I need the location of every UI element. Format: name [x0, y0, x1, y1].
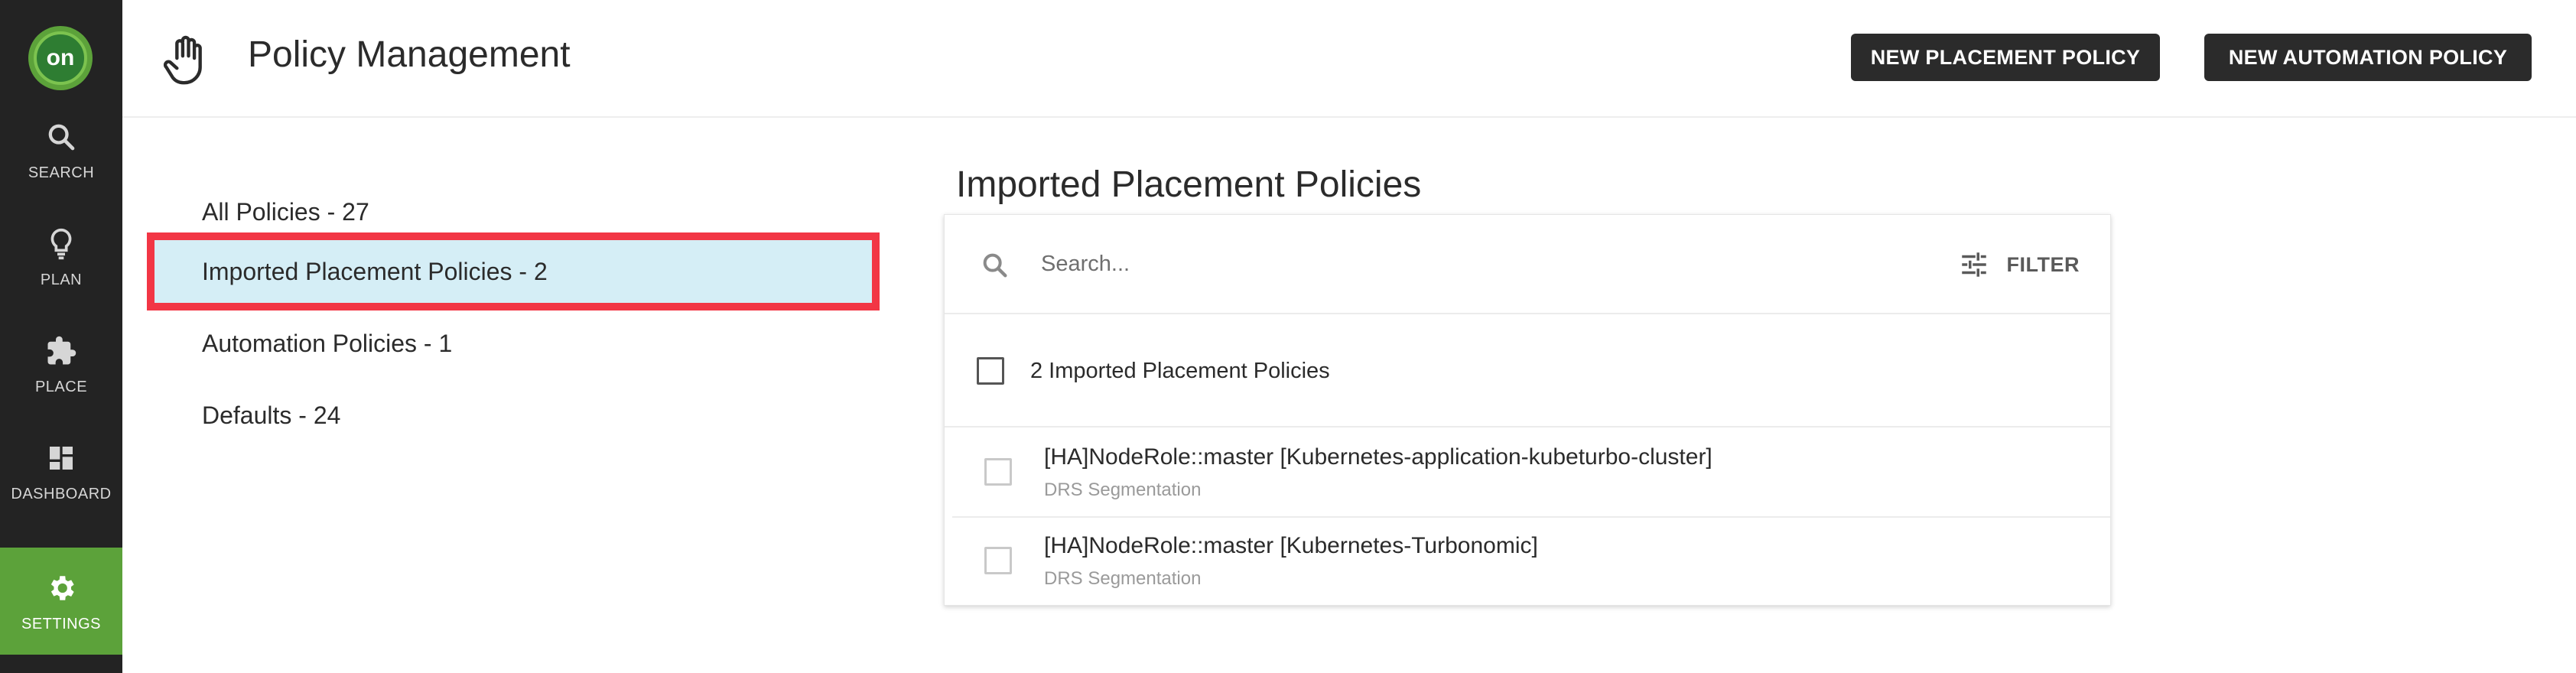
policy-category-imported-placement[interactable]: Imported Placement Policies - 2: [147, 232, 880, 310]
nav-place[interactable]: PLACE: [0, 310, 122, 418]
policy-category-defaults[interactable]: Defaults - 24: [150, 379, 877, 451]
nav-search-label: SEARCH: [28, 164, 95, 181]
new-placement-policy-button[interactable]: NEW PLACEMENT POLICY: [1851, 34, 2160, 81]
gear-icon: [43, 570, 80, 606]
left-nav-rail: on SEARCH PLAN PLACE DASHBOARD SETTINGS: [0, 0, 122, 673]
filter-label: FILTER: [2006, 252, 2080, 276]
search-icon: [43, 119, 80, 155]
logo-text: on: [34, 31, 87, 85]
new-automation-policy-button[interactable]: NEW AUTOMATION POLICY: [2204, 34, 2532, 81]
filter-sliders-icon: [1961, 252, 1986, 277]
nav-dashboard[interactable]: DASHBOARD: [0, 418, 122, 525]
select-all-row: 2 Imported Placement Policies: [945, 316, 2110, 428]
hand-icon: [159, 34, 213, 87]
policies-panel: FILTER 2 Imported Placement Policies [HA…: [944, 214, 2111, 606]
nav-search[interactable]: SEARCH: [0, 96, 122, 203]
search-icon: [980, 250, 1010, 281]
select-all-checkbox[interactable]: [977, 357, 1004, 385]
policy-type: DRS Segmentation: [1044, 480, 1202, 500]
table-row[interactable]: [HA]NodeRole::master [Kubernetes-applica…: [952, 429, 2110, 518]
turbonomic-logo[interactable]: on: [28, 26, 93, 90]
nav-settings-label: SETTINGS: [21, 615, 101, 632]
policy-count-label: 2 Imported Placement Policies: [1030, 359, 1330, 383]
nav-plan[interactable]: PLAN: [0, 203, 122, 310]
row-checkbox[interactable]: [984, 547, 1012, 574]
search-bar: FILTER: [945, 215, 2110, 314]
page-header: Policy Management NEW PLACEMENT POLICY N…: [122, 0, 2576, 118]
nav-dashboard-label: DASHBOARD: [11, 485, 112, 502]
nav-plan-label: PLAN: [40, 271, 83, 288]
puzzle-icon: [43, 333, 80, 369]
nav-place-label: PLACE: [34, 378, 88, 395]
filter-button[interactable]: FILTER: [1958, 245, 2080, 284]
row-checkbox[interactable]: [984, 458, 1012, 486]
table-row[interactable]: [HA]NodeRole::master [Kubernetes-Turbono…: [952, 518, 2110, 606]
policy-type: DRS Segmentation: [1044, 568, 1202, 589]
policy-name[interactable]: [HA]NodeRole::master [Kubernetes-Turbono…: [1044, 533, 1538, 559]
search-input[interactable]: [1041, 242, 1806, 285]
page-title: Policy Management: [248, 34, 571, 75]
section-title: Imported Placement Policies: [956, 164, 1422, 205]
nav-settings[interactable]: SETTINGS: [0, 548, 122, 655]
policy-name[interactable]: [HA]NodeRole::master [Kubernetes-applica…: [1044, 444, 1712, 470]
dashboard-icon: [43, 440, 80, 476]
lightbulb-icon: [43, 226, 80, 262]
policy-category-automation[interactable]: Automation Policies - 1: [150, 307, 877, 379]
